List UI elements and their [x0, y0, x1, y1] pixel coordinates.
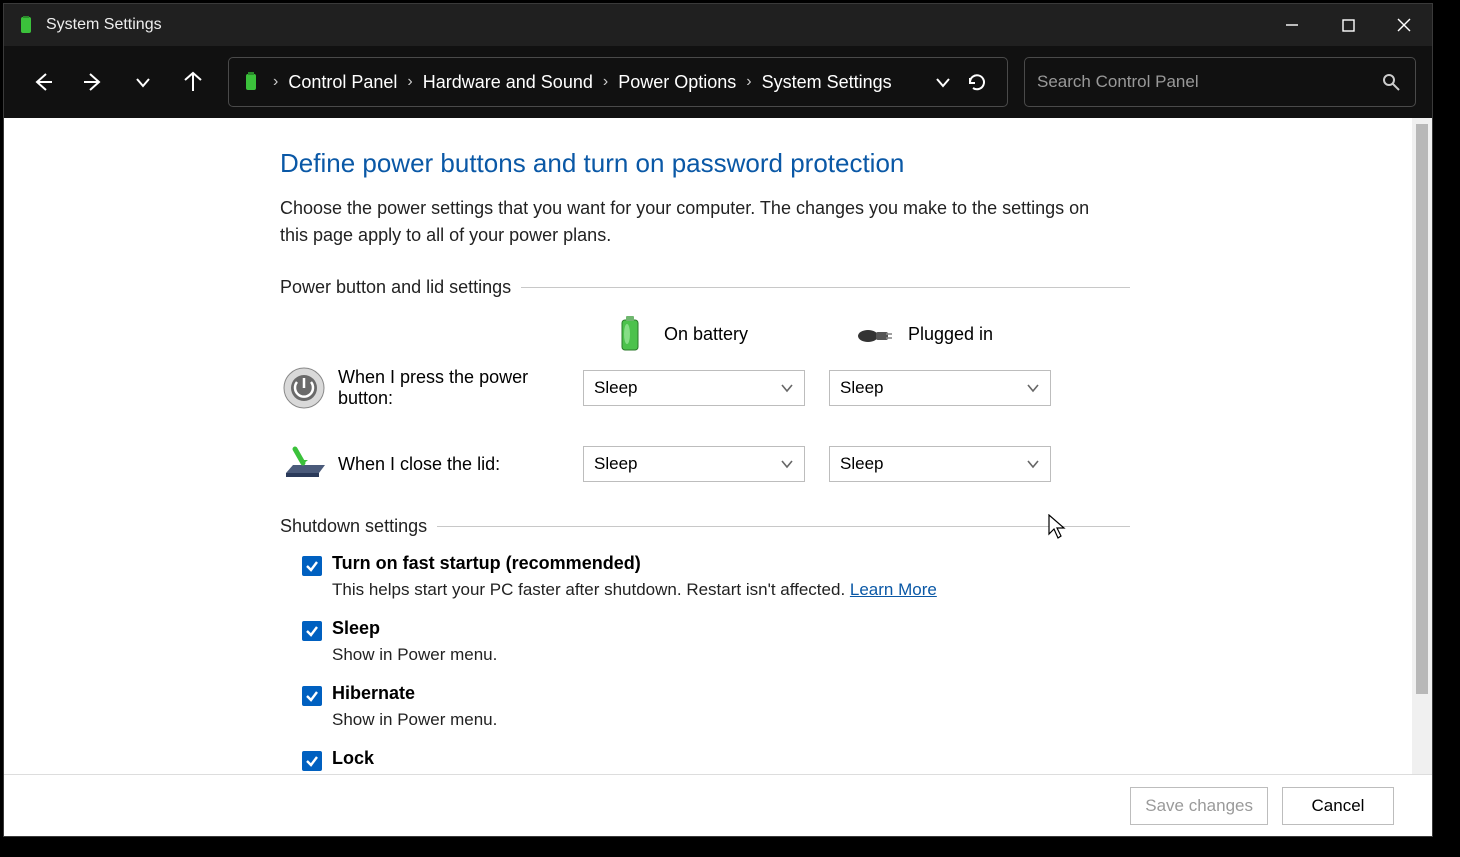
checkbox-sleep: Sleep Show in Power menu. — [302, 618, 1130, 665]
navbar: › Control Panel › Hardware and Sound › P… — [4, 46, 1432, 118]
checkbox-hibernate: Hibernate Show in Power menu. — [302, 683, 1130, 730]
column-headers: On battery Plugged in — [610, 314, 1130, 354]
breadcrumb-bar[interactable]: › Control Panel › Hardware and Sound › P… — [228, 57, 1008, 107]
scrollbar-thumb[interactable] — [1416, 124, 1428, 694]
battery-icon — [610, 314, 650, 354]
close-lid-plugged-select[interactable]: Sleep — [829, 446, 1051, 482]
save-changes-button[interactable]: Save changes — [1130, 787, 1268, 825]
learn-more-link[interactable]: Learn More — [850, 580, 937, 599]
minimize-button[interactable] — [1264, 4, 1320, 46]
divider — [437, 526, 1130, 527]
checkbox-lock: Lock Show in account picture menu. — [302, 748, 1130, 774]
window: System Settings › Control Panel › Hardwa… — [3, 3, 1433, 837]
breadcrumb-item-3[interactable]: System Settings — [756, 72, 898, 93]
breadcrumb-separator: › — [599, 73, 612, 91]
window-title: System Settings — [46, 16, 162, 34]
column-on-battery: On battery — [610, 314, 854, 354]
recent-dropdown-button[interactable] — [120, 59, 166, 105]
app-icon — [16, 15, 36, 35]
search-input[interactable] — [1037, 72, 1379, 92]
breadcrumb-item-0[interactable]: Control Panel — [282, 72, 403, 93]
chevron-down-icon — [780, 457, 794, 471]
chevron-down-icon — [780, 381, 794, 395]
power-button-plugged-select[interactable]: Sleep — [829, 370, 1051, 406]
vertical-scrollbar[interactable] — [1412, 118, 1432, 774]
chevron-down-icon — [1026, 381, 1040, 395]
cancel-button[interactable]: Cancel — [1282, 787, 1394, 825]
checkbox-label: Hibernate — [332, 683, 415, 704]
section-label: Shutdown settings — [280, 516, 437, 537]
refresh-button[interactable] — [957, 58, 997, 106]
row-label: When I press the power button: — [338, 367, 583, 409]
location-icon — [239, 70, 263, 94]
close-lid-battery-select[interactable]: Sleep — [583, 446, 805, 482]
row-close-lid: When I close the lid: Sleep Sleep — [280, 440, 1130, 488]
footer-button-bar: Save changes Cancel — [4, 774, 1432, 836]
section-power-button-lid: Power button and lid settings — [280, 277, 1130, 298]
checkbox-description: Show in Power menu. — [332, 645, 1130, 665]
column-label: Plugged in — [908, 324, 993, 345]
checkbox[interactable] — [302, 686, 322, 706]
checkbox-label: Sleep — [332, 618, 380, 639]
select-value: Sleep — [594, 378, 637, 398]
breadcrumb-item-1[interactable]: Hardware and Sound — [417, 72, 599, 93]
checkbox[interactable] — [302, 556, 322, 576]
back-button[interactable] — [20, 59, 66, 105]
close-button[interactable] — [1376, 4, 1432, 46]
plug-icon — [854, 314, 894, 354]
search-box[interactable] — [1024, 57, 1416, 107]
page-description: Choose the power settings that you want … — [280, 195, 1120, 249]
page-heading: Define power buttons and turn on passwor… — [280, 148, 1130, 179]
row-power-button: When I press the power button: Sleep Sle… — [280, 364, 1130, 412]
maximize-button[interactable] — [1320, 4, 1376, 46]
section-label: Power button and lid settings — [280, 277, 521, 298]
checkbox-description: This helps start your PC faster after sh… — [332, 580, 1130, 600]
select-value: Sleep — [594, 454, 637, 474]
content-scroll: Define power buttons and turn on passwor… — [4, 118, 1412, 774]
checkbox[interactable] — [302, 621, 322, 641]
breadcrumb-item-2[interactable]: Power Options — [612, 72, 742, 93]
checkbox-description: Show in Power menu. — [332, 710, 1130, 730]
titlebar: System Settings — [4, 4, 1432, 46]
breadcrumb-separator: › — [269, 73, 282, 91]
power-button-battery-select[interactable]: Sleep — [583, 370, 805, 406]
checkbox-label: Lock — [332, 748, 374, 769]
power-button-icon — [280, 364, 328, 412]
breadcrumb-separator: › — [403, 73, 416, 91]
column-plugged-in: Plugged in — [854, 314, 993, 354]
content-area: Define power buttons and turn on passwor… — [4, 118, 1432, 774]
checkbox-fast-startup: Turn on fast startup (recommended) This … — [302, 553, 1130, 600]
up-button[interactable] — [170, 59, 216, 105]
forward-button[interactable] — [70, 59, 116, 105]
search-icon[interactable] — [1379, 70, 1403, 94]
divider — [521, 287, 1130, 288]
breadcrumb-separator: › — [742, 73, 755, 91]
checkbox-label: Turn on fast startup (recommended) — [332, 553, 641, 574]
close-lid-icon — [280, 440, 328, 488]
row-label: When I close the lid: — [338, 454, 583, 475]
section-shutdown-settings: Shutdown settings — [280, 516, 1130, 537]
select-value: Sleep — [840, 378, 883, 398]
breadcrumb-history-button[interactable] — [929, 58, 957, 106]
select-value: Sleep — [840, 454, 883, 474]
column-label: On battery — [664, 324, 748, 345]
checkbox[interactable] — [302, 751, 322, 771]
chevron-down-icon — [1026, 457, 1040, 471]
